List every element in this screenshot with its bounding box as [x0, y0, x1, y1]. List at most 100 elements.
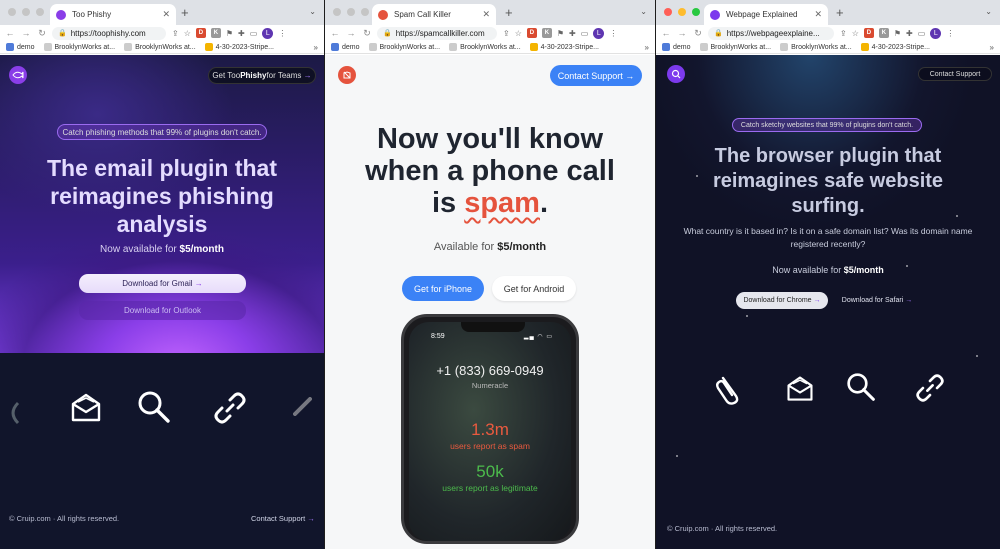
download-chrome-button[interactable]: Download for Chrome →	[736, 292, 828, 309]
close-tab-icon[interactable]: ✕	[482, 9, 490, 20]
reload-button[interactable]: ↻	[692, 28, 704, 39]
more-bookmarks-icon[interactable]: »	[645, 43, 649, 52]
feature-badge: Catch sketchy websites that 99% of plugi…	[732, 118, 922, 132]
close-tab-icon[interactable]: ✕	[162, 9, 170, 20]
extensions-puzzle-icon[interactable]: ✚	[569, 29, 576, 38]
bookmark-star-icon[interactable]: ☆	[515, 29, 522, 38]
back-button[interactable]: ←	[4, 28, 16, 38]
extension-k-icon[interactable]: K	[878, 28, 889, 38]
menu-kebab-icon[interactable]: ⋮	[609, 29, 617, 38]
bookmark-item[interactable]: BrooklynWorks at...	[449, 43, 521, 51]
close-tab-icon[interactable]: ✕	[814, 9, 822, 20]
menu-kebab-icon[interactable]: ⋮	[278, 29, 286, 38]
browser-tab[interactable]: Spam Call Killer ✕	[372, 4, 496, 25]
contact-support-link[interactable]: Contact Support →	[251, 514, 315, 523]
download-safari-button[interactable]: Download for Safari →	[836, 292, 918, 309]
bookmark-item[interactable]: BrooklynWorks at...	[124, 43, 196, 51]
profile-avatar[interactable]: L	[593, 27, 605, 39]
back-button[interactable]: ←	[660, 28, 672, 38]
caller-number: +1 (833) 669-0949	[436, 363, 544, 378]
bookmark-favicon-icon	[860, 43, 869, 51]
tab-title: Webpage Explained	[726, 10, 798, 19]
price-text: Available for $5/month	[433, 241, 547, 253]
phone-blocked-logo-icon[interactable]	[338, 66, 356, 84]
extensions-puzzle-icon[interactable]: ✚	[238, 29, 245, 38]
page-title: The browser plugin that reimagines safe …	[712, 145, 944, 217]
forward-button[interactable]: →	[345, 28, 357, 38]
bookmark-item[interactable]: BrooklynWorks at...	[780, 43, 852, 51]
close-window-button[interactable]	[8, 8, 16, 16]
close-window-button[interactable]	[333, 8, 341, 16]
page-spamcallkiller: Contact Support → Now you'll know when a…	[325, 55, 655, 549]
minimize-window-button[interactable]	[347, 8, 355, 16]
browser-tab[interactable]: Webpage Explained ✕	[704, 4, 828, 25]
extension-flag-icon[interactable]: ⚑	[226, 29, 233, 38]
back-button[interactable]: ←	[329, 28, 341, 38]
new-tab-button[interactable]: +	[505, 5, 513, 21]
tab-search-icon[interactable]: ⌄	[309, 7, 316, 16]
share-icon[interactable]: ⇪	[840, 29, 847, 38]
share-icon[interactable]: ⇪	[172, 29, 179, 38]
close-window-button[interactable]	[664, 8, 672, 16]
get-iphone-button[interactable]: Get for iPhone	[402, 276, 484, 301]
sidebar-icon[interactable]: ▭	[918, 29, 926, 38]
menu-kebab-icon[interactable]: ⋮	[946, 29, 954, 38]
get-android-button[interactable]: Get for Android	[492, 276, 576, 301]
tab-favicon-icon	[378, 9, 388, 20]
bookmark-item[interactable]: 4-30-2023-Stripe...	[529, 43, 599, 51]
profile-avatar[interactable]: L	[262, 27, 274, 39]
tab-search-icon[interactable]: ⌄	[985, 7, 992, 16]
bookmark-item[interactable]: demo	[6, 43, 35, 51]
extension-d-icon[interactable]: D	[863, 28, 874, 38]
forward-button[interactable]: →	[20, 28, 32, 38]
contact-support-button[interactable]: Contact Support →	[550, 65, 642, 86]
share-icon[interactable]: ⇪	[503, 29, 510, 38]
extensions-puzzle-icon[interactable]: ✚	[906, 29, 913, 38]
zoom-window-button[interactable]	[36, 8, 44, 16]
contact-support-button[interactable]: Contact Support	[918, 67, 992, 81]
address-bar[interactable]: 🔒 https://spamcallkiller.com	[377, 26, 497, 40]
url-text: https://webpageexplaine...	[726, 28, 820, 38]
sidebar-icon[interactable]: ▭	[581, 29, 589, 38]
bookmark-star-icon[interactable]: ☆	[184, 29, 191, 38]
new-tab-button[interactable]: +	[181, 5, 189, 21]
bookmark-item[interactable]: 4-30-2023-Stripe...	[204, 43, 274, 51]
bookmark-item[interactable]: demo	[662, 43, 691, 51]
window-controls	[8, 8, 44, 16]
teams-nav-button[interactable]: Get Too Phishy for Teams →	[208, 67, 316, 84]
tab-title: Too Phishy	[72, 10, 112, 19]
profile-avatar[interactable]: L	[930, 27, 942, 39]
forward-button[interactable]: →	[676, 28, 688, 38]
address-bar[interactable]: 🔒 https://webpageexplaine...	[708, 26, 834, 40]
bookmark-star-icon[interactable]: ☆	[852, 29, 859, 38]
browser-tab[interactable]: Too Phishy ✕	[50, 4, 176, 25]
download-gmail-button[interactable]: Download for Gmail →	[79, 274, 246, 293]
bookmark-item[interactable]: BrooklynWorks at...	[699, 43, 771, 51]
partial-icon-left	[11, 401, 20, 425]
reload-button[interactable]: ↻	[36, 28, 48, 39]
minimize-window-button[interactable]	[678, 8, 686, 16]
extension-k-icon[interactable]: K	[210, 28, 221, 38]
bookmark-item[interactable]: BrooklynWorks at...	[368, 43, 440, 51]
magnifier-logo-icon[interactable]	[667, 65, 685, 83]
sidebar-icon[interactable]: ▭	[250, 29, 258, 38]
minimize-window-button[interactable]	[22, 8, 30, 16]
extension-d-icon[interactable]: D	[195, 28, 206, 38]
tab-search-icon[interactable]: ⌄	[640, 7, 647, 16]
new-tab-button[interactable]: +	[836, 5, 844, 21]
more-bookmarks-icon[interactable]: »	[314, 43, 318, 52]
address-bar[interactable]: 🔒 https://toophishy.com	[52, 26, 166, 40]
more-bookmarks-icon[interactable]: »	[990, 43, 994, 52]
extension-flag-icon[interactable]: ⚑	[557, 29, 564, 38]
bookmark-item[interactable]: BrooklynWorks at...	[43, 43, 115, 51]
zoom-window-button[interactable]	[692, 8, 700, 16]
download-outlook-button[interactable]: Download for Outlook	[79, 301, 246, 320]
extension-k-icon[interactable]: K	[541, 28, 552, 38]
bookmark-item[interactable]: demo	[331, 43, 360, 51]
fish-logo-icon[interactable]	[9, 66, 27, 84]
reload-button[interactable]: ↻	[361, 28, 373, 39]
bookmark-item[interactable]: 4-30-2023-Stripe...	[860, 43, 930, 51]
extension-d-icon[interactable]: D	[526, 28, 537, 38]
extension-flag-icon[interactable]: ⚑	[894, 29, 901, 38]
zoom-window-button[interactable]	[361, 8, 369, 16]
